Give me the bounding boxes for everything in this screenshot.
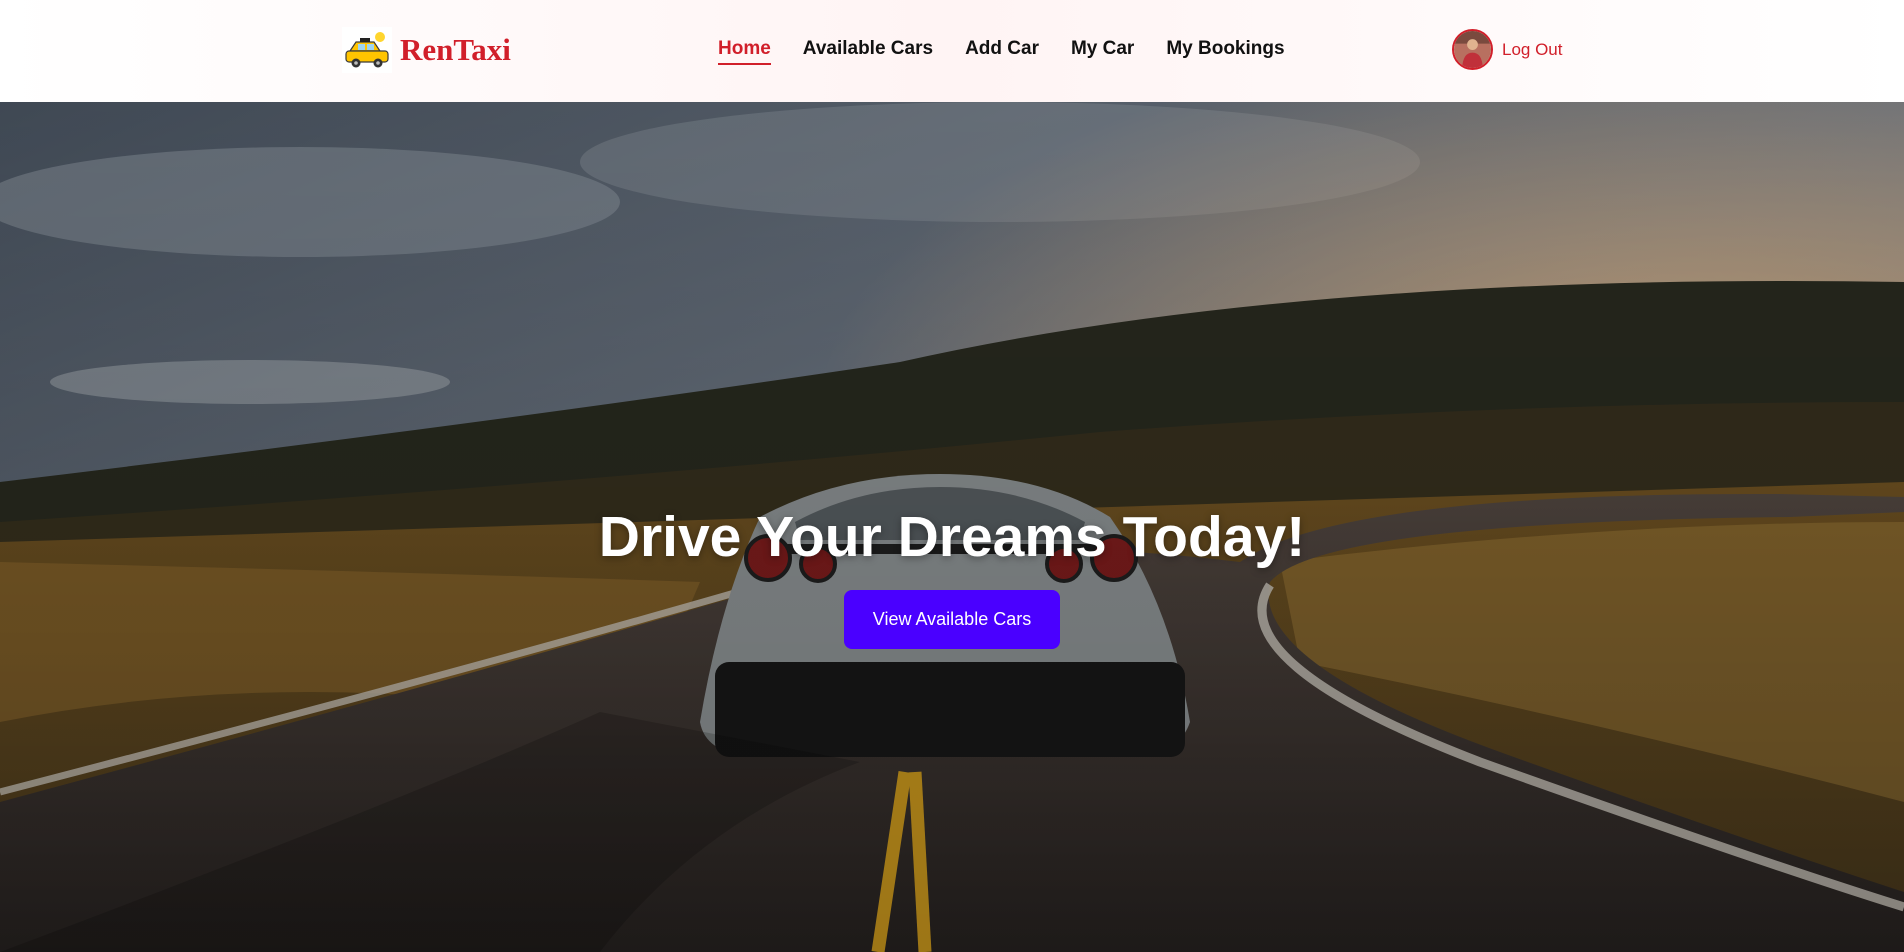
taxi-icon [342, 27, 392, 73]
nav-my-car[interactable]: My Car [1071, 38, 1134, 65]
navbar: RenTaxi Home Available Cars Add Car My C… [0, 0, 1904, 102]
user-area: Log Out [1452, 29, 1563, 70]
nav-add-car[interactable]: Add Car [965, 38, 1039, 65]
view-available-cars-button[interactable]: View Available Cars [844, 590, 1060, 649]
hero-content: Drive Your Dreams Today! View Available … [0, 504, 1904, 649]
brand-name: RenTaxi [400, 32, 511, 67]
hero-title: Drive Your Dreams Today! [598, 505, 1306, 569]
nav-my-bookings[interactable]: My Bookings [1166, 38, 1284, 65]
main-nav: Home Available Cars Add Car My Car My Bo… [718, 38, 1285, 65]
logout-link[interactable]: Log Out [1502, 40, 1563, 60]
nav-home[interactable]: Home [718, 38, 771, 65]
brand-logo[interactable]: RenTaxi [342, 26, 511, 74]
hero-section: Drive Your Dreams Today! View Available … [0, 102, 1904, 952]
user-avatar[interactable] [1452, 29, 1493, 70]
nav-available-cars[interactable]: Available Cars [803, 38, 933, 65]
